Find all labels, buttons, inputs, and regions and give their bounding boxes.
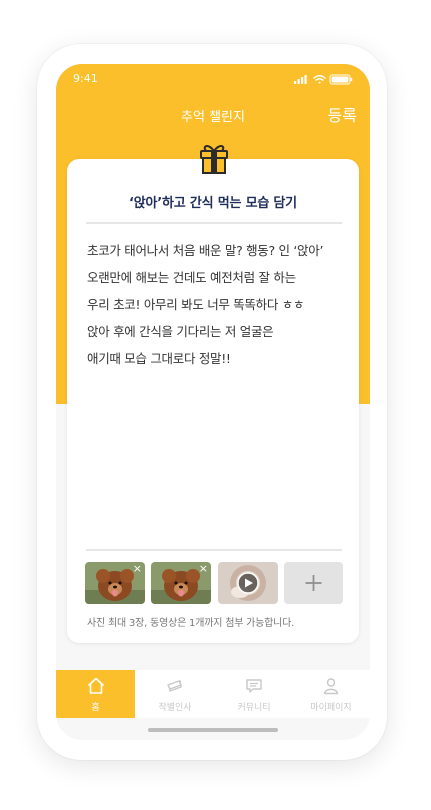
wifi-icon xyxy=(313,75,326,84)
gift-icon xyxy=(200,145,228,174)
video-thumbnail[interactable] xyxy=(218,562,278,604)
challenge-body[interactable]: 초코가 태어나서 처음 배운 말? 행동? 인 ‘앉아’ 오랜만에 해보는 건데… xyxy=(87,237,349,372)
tab-mypage[interactable]: 마이페이지 xyxy=(292,670,370,718)
tab-label: 작별인사 xyxy=(158,703,192,713)
battery-icon xyxy=(329,74,353,85)
body-line: 우리 초코! 아무리 봐도 너무 똑똑하다 ㅎㅎ xyxy=(87,297,305,312)
signal-icon xyxy=(294,75,307,84)
status-icons xyxy=(294,74,353,85)
tab-label: 커뮤니티 xyxy=(237,703,271,713)
status-bar: 9:41 xyxy=(56,64,370,94)
dog-video xyxy=(218,562,278,604)
tab-community[interactable]: 커뮤니티 xyxy=(214,670,294,718)
page-title: 추억 챌린지 xyxy=(181,110,245,125)
challenge-title: ‘앉아’하고 간식 먹는 모습 담기 xyxy=(129,196,297,211)
divider xyxy=(86,549,342,551)
tab-label: 마이페이지 xyxy=(310,703,352,713)
status-time: 9:41 xyxy=(73,72,98,85)
photo-thumbnail[interactable]: × xyxy=(151,562,211,604)
tab-farewell[interactable]: 작별인사 xyxy=(135,670,215,718)
phone-frame: 9:41 추억 챌린지 등록 ‘앉아’하고 간식 먹는 모습 담기 초코가 태어… xyxy=(37,44,387,760)
remove-attachment-icon[interactable]: × xyxy=(199,563,208,575)
add-attachment-button[interactable] xyxy=(284,562,343,604)
body-line: 앉아 후에 간식을 기다리는 저 얼굴은 xyxy=(87,324,274,339)
remove-attachment-icon[interactable]: × xyxy=(133,563,142,575)
chat-icon xyxy=(246,679,262,693)
plus-icon xyxy=(305,575,322,591)
photo-thumbnail[interactable]: × xyxy=(85,562,145,604)
challenge-card: ‘앉아’하고 간식 먹는 모습 담기 초코가 태어나서 처음 배운 말? 행동?… xyxy=(67,159,359,643)
tab-label: 홈 xyxy=(91,703,100,713)
body-line: 오랜만에 해보는 건데도 예전처럼 잘 하는 xyxy=(87,270,296,285)
attachment-hint: 사진 최대 3장, 동영상은 1개까지 첨부 가능합니다. xyxy=(87,618,295,629)
user-icon xyxy=(323,678,339,695)
register-button[interactable]: 등록 xyxy=(328,102,357,126)
ticket-icon xyxy=(167,680,182,692)
body-line: 초코가 태어나서 처음 배운 말? 행동? 인 ‘앉아’ xyxy=(87,243,324,258)
home-indicator xyxy=(148,728,278,732)
app-screen: 9:41 추억 챌린지 등록 ‘앉아’하고 간식 먹는 모습 담기 초코가 태어… xyxy=(56,64,370,740)
divider xyxy=(86,222,342,224)
bottom-tab-bar: 홈 작별인사 커뮤니티 마이페이지 xyxy=(56,670,370,718)
body-line: 애기때 모습 그대로다 정말!! xyxy=(87,351,231,366)
tab-home[interactable]: 홈 xyxy=(56,670,135,718)
home-icon xyxy=(87,677,105,694)
